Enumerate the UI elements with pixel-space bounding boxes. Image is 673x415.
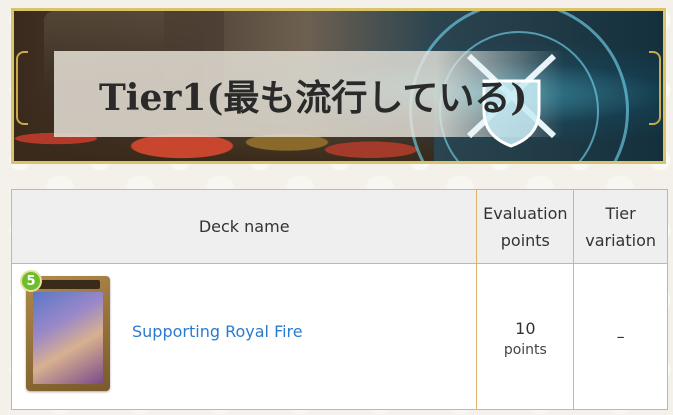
header-evaluation-points: Evaluation points <box>476 189 575 264</box>
table-row: 5 Supporting Royal Fire 10 points – <box>10 263 668 410</box>
card-cost-badge: 5 <box>20 270 42 292</box>
evaluation-value: 10 <box>515 318 536 338</box>
tier1-banner: Tier1(最も流行している) <box>11 8 666 164</box>
banner-title: Tier1(最も流行している) <box>99 77 528 119</box>
header-tier-variation-label: Tier variation <box>585 203 656 250</box>
header-tier-variation: Tier variation <box>573 189 668 264</box>
deck-tier-table: Deck name Evaluation points Tier variati… <box>10 189 668 410</box>
deck-name-cell: 5 Supporting Royal Fire <box>10 263 478 410</box>
frame-ornament-left <box>16 51 28 125</box>
header-evaluation-points-label: Evaluation points <box>483 203 568 250</box>
frame-ornament-right <box>649 51 661 125</box>
evaluation-cell: 10 points <box>476 263 575 410</box>
card-art <box>33 292 103 384</box>
deck-card-thumbnail[interactable]: 5 <box>20 270 110 391</box>
card-header-bar <box>36 280 100 289</box>
header-deck-name: Deck name <box>10 189 478 264</box>
deck-name-link[interactable]: Supporting Royal Fire <box>132 322 303 341</box>
tier-variation-cell: – <box>573 263 668 410</box>
evaluation-unit: points <box>503 341 547 358</box>
